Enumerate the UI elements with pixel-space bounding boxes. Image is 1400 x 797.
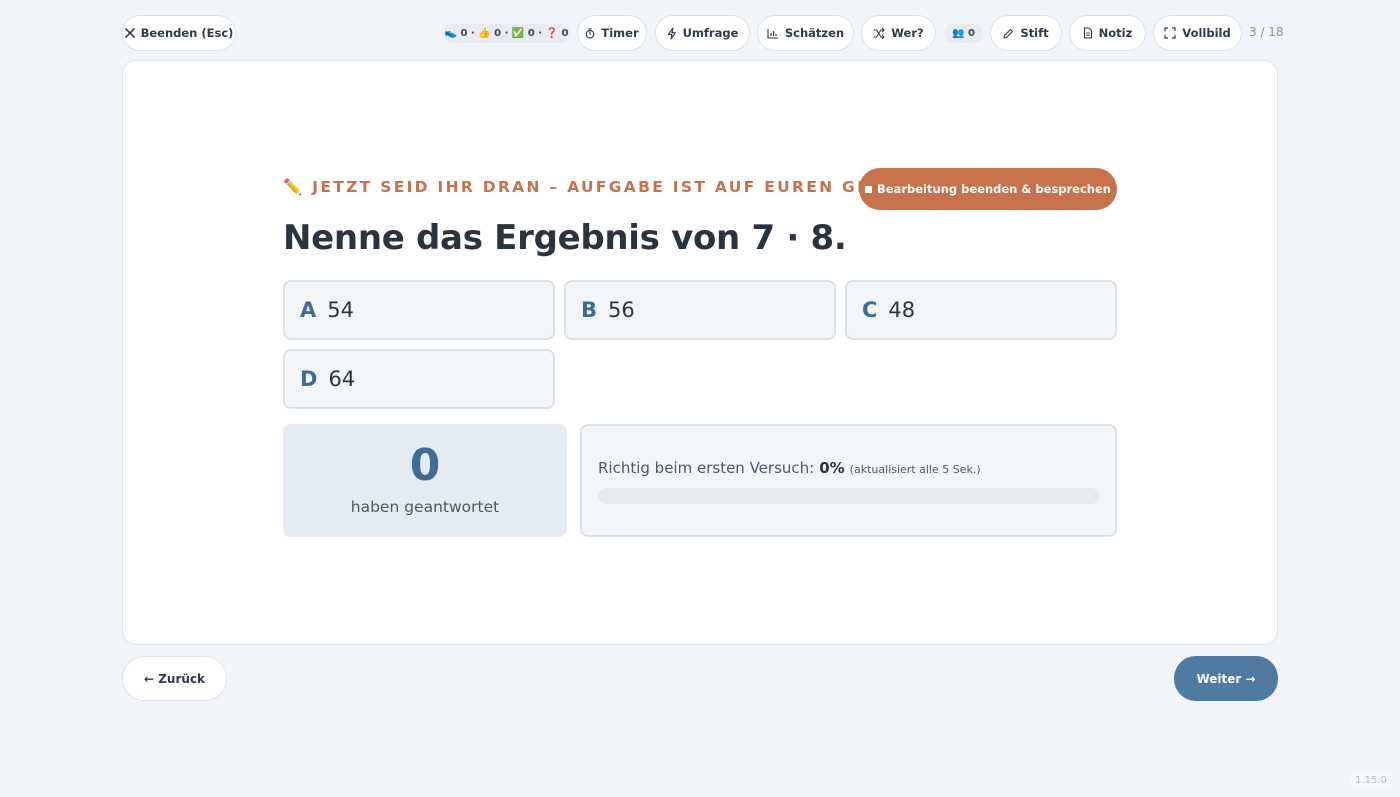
option-letter: D xyxy=(300,367,318,391)
task-kicker: ✏️ JETZT SEID IHR DRAN – AUFGABE IST AUF… xyxy=(283,178,939,196)
document-icon xyxy=(1083,27,1093,39)
question-title: Nenne das Ergebnis von 7 · 8. xyxy=(283,218,847,258)
pen-label: Stift xyxy=(1020,26,1049,40)
estimate-label: Schätzen xyxy=(784,26,845,40)
top-toolbar: Beenden (Esc) 👟 0 · 👍 0 · ✅ 0 · ❓ 0 Time… xyxy=(0,15,1400,51)
fullscreen-label: Vollbild xyxy=(1182,26,1231,40)
shoe-icon: 👟 xyxy=(444,28,457,39)
reaction-stats: 👟 0 · 👍 0 · ✅ 0 · ❓ 0 xyxy=(443,24,570,43)
note-button[interactable]: Notiz xyxy=(1069,15,1146,51)
option-d: D 64 xyxy=(283,349,555,409)
exit-label: Beenden (Esc) xyxy=(140,26,234,40)
option-a: A 54 xyxy=(283,280,555,340)
pencil-icon xyxy=(1003,28,1014,39)
first-try-percent: 0% xyxy=(819,459,845,477)
question-count: 0 xyxy=(561,28,569,39)
note-label: Notiz xyxy=(1098,26,1133,40)
exit-button[interactable]: Beenden (Esc) xyxy=(122,15,236,51)
bar-chart-icon xyxy=(767,28,779,39)
next-label: Weiter → xyxy=(1196,671,1256,686)
check-icon: ✅ xyxy=(511,28,525,39)
option-value: 48 xyxy=(888,298,916,322)
stop-button-label: Bearbeitung beenden & besprechen xyxy=(877,182,1111,196)
first-try-progress-bar xyxy=(598,488,1099,504)
lightning-icon xyxy=(667,26,677,40)
participants-chip: 👥 0 xyxy=(944,24,983,43)
close-icon xyxy=(124,28,135,38)
answered-count: 0 xyxy=(409,440,441,491)
poll-label: Umfrage xyxy=(682,26,739,40)
option-value: 56 xyxy=(608,298,635,322)
version-label: 1.15.0 xyxy=(1350,772,1392,789)
stop-and-discuss-button[interactable]: Bearbeitung beenden & besprechen xyxy=(859,168,1117,210)
option-value: 64 xyxy=(328,367,356,391)
answered-counter-box: 0 haben geantwortet xyxy=(283,424,567,537)
participants-count: 0 xyxy=(967,28,975,39)
who-label: Wer? xyxy=(891,26,924,40)
slide-counter: 3 / 18 xyxy=(1249,25,1284,39)
estimate-button[interactable]: Schätzen xyxy=(757,15,854,51)
timer-button[interactable]: Timer xyxy=(577,15,647,51)
thumbs-up-icon: 👍 xyxy=(478,28,491,39)
update-note: (aktualisiert alle 5 Sek.) xyxy=(849,463,981,476)
answered-label: haben geantwortet xyxy=(350,498,500,516)
fullscreen-icon xyxy=(1164,27,1176,39)
people-icon: 👥 xyxy=(952,28,965,39)
fullscreen-button[interactable]: Vollbild xyxy=(1153,15,1242,51)
shuffle-icon xyxy=(873,27,885,39)
option-letter: C xyxy=(862,298,878,322)
pen-button[interactable]: Stift xyxy=(990,15,1062,51)
option-letter: B xyxy=(581,298,598,322)
option-c: C 48 xyxy=(845,280,1117,340)
back-button[interactable]: ← Zurück xyxy=(122,656,227,701)
stopwatch-icon xyxy=(585,27,595,39)
back-label: ← Zurück xyxy=(143,671,206,686)
option-b: B 56 xyxy=(564,280,836,340)
next-button[interactable]: Weiter → xyxy=(1174,656,1278,701)
who-button[interactable]: Wer? xyxy=(861,15,936,51)
poll-button[interactable]: Umfrage xyxy=(655,15,750,51)
option-value: 54 xyxy=(327,298,354,322)
first-try-label: Richtig beim ersten Versuch: xyxy=(598,459,815,477)
check-count: 0 xyxy=(527,28,535,39)
thumbs-count: 0 xyxy=(494,28,502,39)
first-try-line: Richtig beim ersten Versuch: 0% (aktuali… xyxy=(598,459,981,477)
shoe-count: 0 xyxy=(460,28,468,39)
question-icon: ❓ xyxy=(545,28,558,39)
stop-icon xyxy=(865,185,873,193)
first-try-box: Richtig beim ersten Versuch: 0% (aktuali… xyxy=(580,424,1117,537)
option-letter: A xyxy=(300,298,317,322)
timer-label: Timer xyxy=(601,26,639,40)
